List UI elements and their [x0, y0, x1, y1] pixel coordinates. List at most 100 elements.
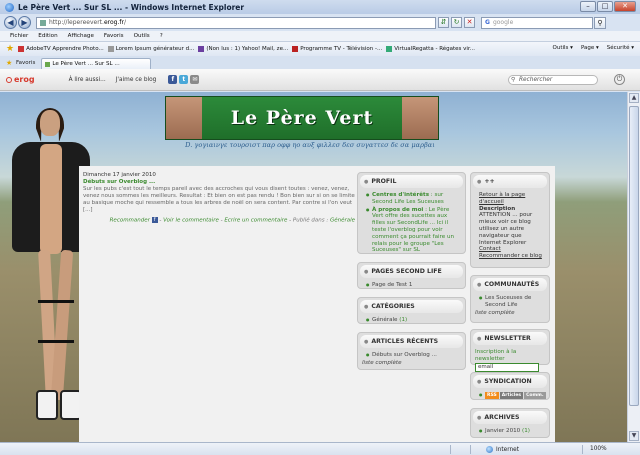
compat-icon[interactable]: ⇵	[438, 17, 449, 28]
favorite-link[interactable]: Programme TV - Télévision -...	[292, 46, 382, 52]
favorite-link[interactable]: Lorem Ipsum générateur d...	[107, 46, 194, 52]
widget-archives-title: ARCHIVES	[473, 411, 547, 424]
page-viewport: Le Père Vert D. γογιαινγε τουρσιστ παρ ο…	[0, 92, 627, 442]
favorite-icon	[107, 46, 114, 52]
rss-badge[interactable]: RSS Articles Comm.	[485, 392, 546, 399]
widget-profil: PROFIL Centres d'intérêts : sur Second L…	[357, 172, 466, 254]
widget-communautes-title: COMMUNAUTÉS	[473, 278, 547, 291]
post-title[interactable]: Débuts sur Overblog ...	[83, 179, 355, 186]
favorites-bar: ★ AdobeTV Apprendre Photo... Lorem Ipsum…	[0, 42, 640, 56]
widget-communautes: COMMUNAUTÉS Les Suceuses de Second Life …	[470, 275, 550, 323]
back-icon[interactable]: ◀	[4, 16, 17, 29]
rss-articles-badge[interactable]: Articles	[499, 392, 524, 399]
about-label[interactable]: À propos de moi	[372, 207, 423, 213]
favorite-link[interactable]: (Non lus : 1) Yahoo! Mail, ze...	[198, 46, 288, 52]
favorite-link[interactable]: AdobeTV Apprendre Photo...	[18, 46, 104, 52]
menu-affichage[interactable]: Affichage	[68, 33, 94, 39]
widget-categories: CATÉGORIES Générale (1)	[357, 297, 466, 324]
close-button[interactable]: ✕	[614, 1, 636, 12]
facebook-icon[interactable]: f	[168, 75, 178, 84]
widget-archives: ARCHIVES Janvier 2010 (1)	[470, 408, 550, 438]
power-icon[interactable]: ⏻	[614, 74, 625, 85]
favorites-star-icon[interactable]: ★	[6, 44, 14, 54]
recommend-blog-link[interactable]: Recommander ce blog	[479, 253, 543, 260]
address-input[interactable]: http://lepereevert. erog.fr /	[36, 16, 436, 29]
url-suffix: /	[123, 19, 126, 26]
write-comment-link[interactable]: Ecrire un commentaire	[224, 218, 287, 224]
twitter-icon[interactable]: t	[179, 75, 189, 84]
maximize-button[interactable]: □	[597, 1, 613, 12]
tools-menu[interactable]: Outils ▾	[553, 45, 573, 51]
widget-syndication-title: SYNDICATION	[473, 375, 547, 388]
category-link[interactable]: Générale	[330, 218, 355, 224]
about-text: : Le Père Vert offre des sucettes aux fi…	[372, 206, 455, 254]
interests-label[interactable]: Centres d'intérêts	[372, 192, 429, 198]
erog-logo[interactable]: erog	[6, 75, 35, 84]
forward-icon[interactable]: ▶	[18, 16, 31, 29]
search-input[interactable]: G google	[481, 16, 593, 29]
menu-help[interactable]: ?	[160, 33, 163, 39]
zoom-level[interactable]: 100%	[590, 446, 607, 452]
email-icon[interactable]: ✉	[190, 75, 200, 84]
scroll-up-icon[interactable]: ▲	[629, 93, 639, 103]
banner-left-image	[166, 97, 202, 139]
archive-count: (1)	[522, 428, 530, 434]
banner-right-image	[402, 97, 438, 139]
read-comment-link[interactable]: Voir le commentaire	[163, 218, 219, 224]
widget-syndication: SYNDICATION RSS Articles Comm.	[470, 372, 550, 400]
category-count: (1)	[399, 317, 408, 323]
menu-bar: Fichier Edition Affichage Favoris Outils…	[0, 31, 640, 42]
favorite-icon	[198, 46, 205, 52]
facebook-icon[interactable]: f	[151, 217, 158, 223]
recommend-link[interactable]: Recommander	[110, 218, 150, 224]
archive-link[interactable]: Janvier 2010	[485, 428, 520, 434]
blog-search-input[interactable]: Rechercher	[508, 75, 598, 85]
minimize-button[interactable]: –	[580, 1, 596, 12]
rss-comments-badge[interactable]: Comm.	[524, 392, 546, 399]
widget-extra: ++ Retour à la page d'accueil Descriptio…	[470, 172, 550, 268]
like-blog-link[interactable]: J'aime ce blog	[116, 77, 157, 83]
status-bar: Internet 100%	[0, 442, 640, 455]
url-prefix: http://lepereevert.	[49, 19, 104, 26]
globe-icon	[486, 446, 493, 453]
menu-fichier[interactable]: Fichier	[10, 33, 28, 39]
scroll-down-icon[interactable]: ▼	[629, 431, 639, 441]
vertical-scrollbar[interactable]: ▲ ▼	[627, 92, 640, 442]
newsletter-email-input[interactable]: email	[475, 362, 539, 372]
page-link[interactable]: Page de Test 1	[366, 282, 459, 289]
refresh-icon[interactable]: ↻	[451, 17, 462, 28]
site-favicon-icon	[40, 19, 46, 26]
widget-newsletter: NEWSLETTER Inscription à la newsletter e…	[470, 329, 550, 372]
widget-categories-title: CATÉGORIES	[360, 300, 463, 313]
blog-post: Dimanche 17 janvier 2010 Débuts sur Over…	[83, 172, 355, 225]
security-menu[interactable]: Sécurité ▾	[607, 45, 634, 51]
stop-icon[interactable]: ✕	[464, 17, 475, 28]
scroll-thumb[interactable]	[629, 106, 639, 406]
search-placeholder: google	[492, 19, 514, 26]
search-icon[interactable]: ⚲	[594, 16, 606, 29]
favorite-icon	[18, 46, 25, 52]
page-menu[interactable]: Page ▾	[581, 45, 599, 51]
url-domain: erog.fr	[103, 19, 124, 26]
articles-full-list-link[interactable]: liste complète	[362, 360, 459, 367]
category-item[interactable]: Générale	[372, 317, 398, 323]
read-also-link[interactable]: À lire aussi...	[69, 77, 106, 83]
favorite-link[interactable]: VirtualRegatta - Régates vir...	[386, 46, 475, 52]
favorites-button[interactable]: Favoris	[4, 59, 41, 69]
menu-edition[interactable]: Edition	[38, 33, 57, 39]
contact-link[interactable]: Contact	[479, 246, 543, 253]
tab-active[interactable]: Le Père Vert ... Sur SL ...	[41, 58, 152, 69]
widget-pages: PAGES SECOND LIFE Page de Test 1	[357, 262, 466, 289]
widget-articles: ARTICLES RÉCENTS Débuts sur Overblog ...…	[357, 332, 466, 370]
menu-favoris[interactable]: Favoris	[104, 33, 124, 39]
community-link[interactable]: Les Suceuses de Second Life	[479, 295, 543, 309]
widget-profil-title: PROFIL	[360, 175, 463, 188]
article-link[interactable]: Débuts sur Overblog ...	[366, 352, 459, 359]
security-zone[interactable]: Internet	[486, 446, 519, 453]
home-link[interactable]: Retour à la page d'accueil	[479, 192, 543, 206]
site-banner[interactable]: Le Père Vert	[165, 96, 439, 140]
communities-full-list-link[interactable]: liste complète	[475, 310, 543, 317]
erog-toolbar: erog À lire aussi... J'aime ce blog f t …	[0, 69, 640, 91]
menu-outils[interactable]: Outils	[134, 33, 150, 39]
description-title: Description	[479, 205, 516, 212]
